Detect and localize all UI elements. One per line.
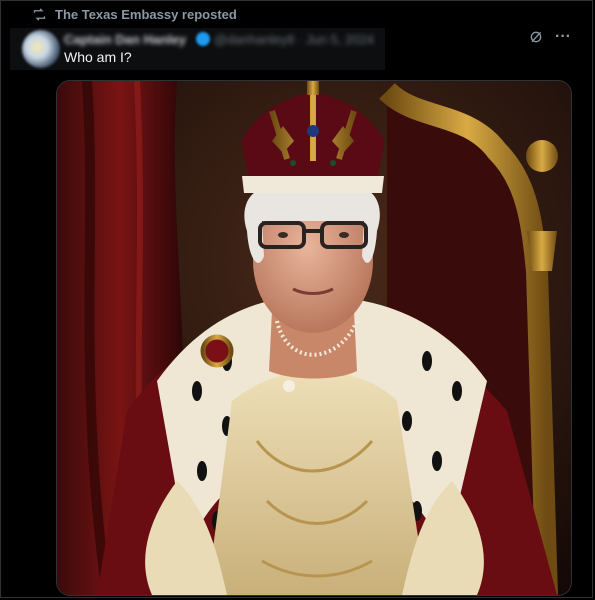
portrait-image: [57, 81, 571, 595]
verified-badge-icon: [196, 32, 210, 46]
more-icon[interactable]: ···: [554, 28, 572, 46]
avatar[interactable]: [22, 30, 60, 68]
repost-icon: [33, 7, 46, 21]
author-name[interactable]: Captain Dan Hanley: [64, 32, 186, 47]
tweet-text: Who am I?: [64, 49, 132, 65]
post-image[interactable]: [56, 80, 572, 596]
repost-indicator[interactable]: The Texas Embassy reposted: [32, 5, 237, 23]
author-handle[interactable]: @danhanley8 · Jun 5, 2024: [214, 32, 374, 47]
grok-icon[interactable]: [527, 28, 545, 46]
repost-label: The Texas Embassy reposted: [55, 6, 237, 22]
